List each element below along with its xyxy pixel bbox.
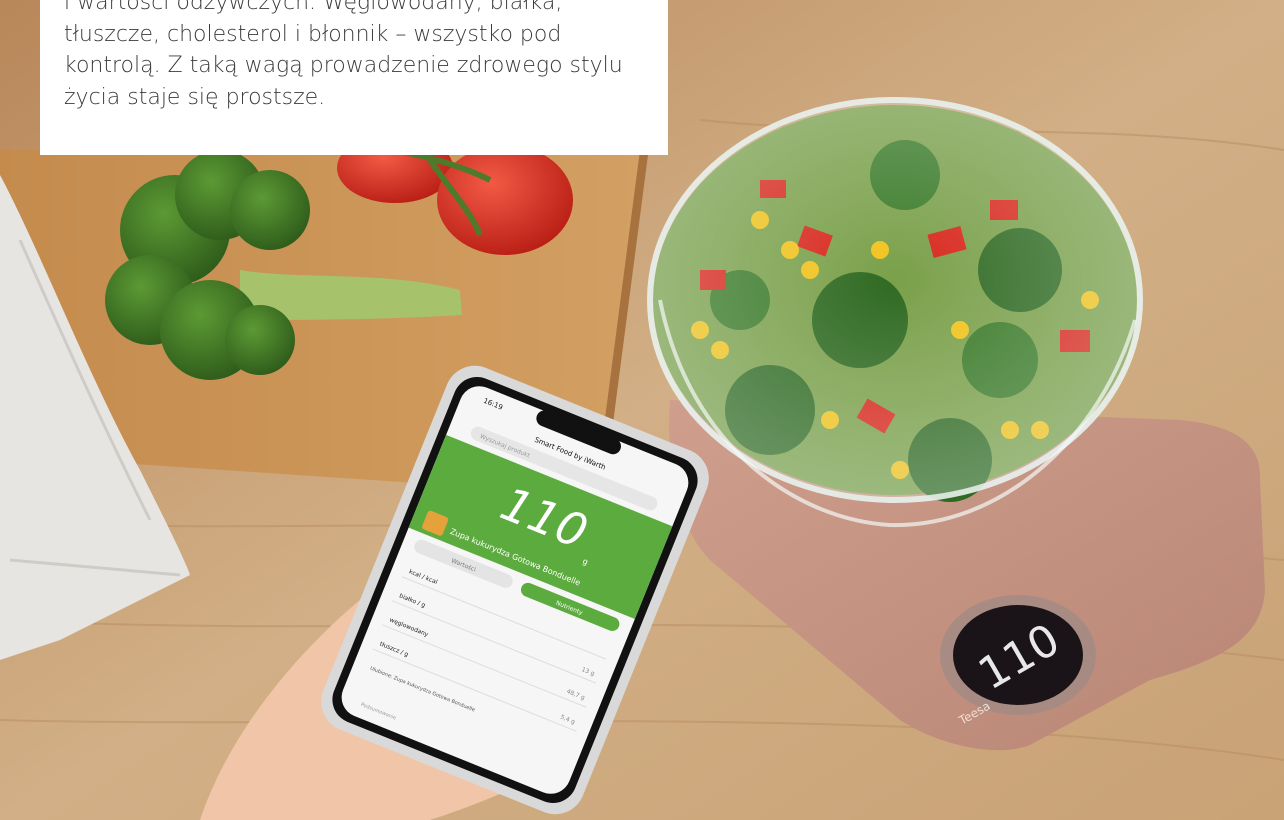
- caption-text: i wartości odżywczych. Węglowodany, biał…: [64, 0, 623, 110]
- caption-card: i wartości odżywczych. Węglowodany, biał…: [40, 0, 668, 155]
